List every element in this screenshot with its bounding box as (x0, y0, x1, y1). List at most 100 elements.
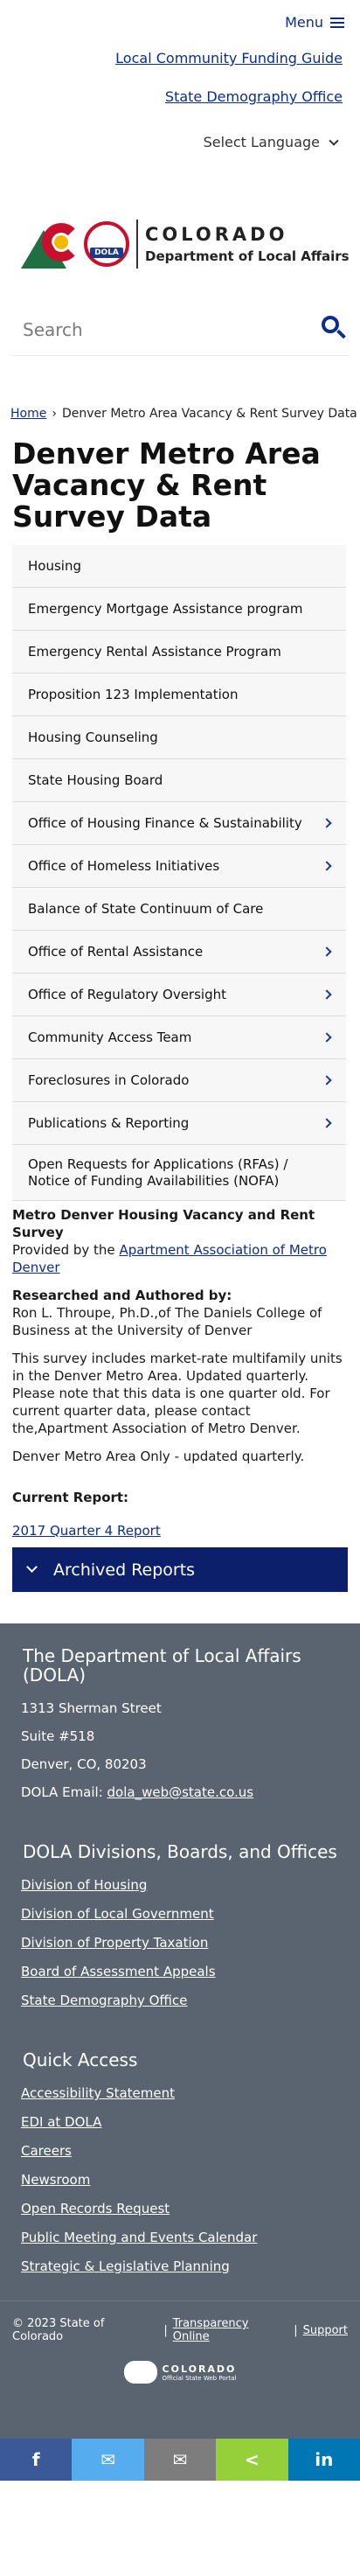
quick-access-link[interactable]: Accessibility Statement (21, 2085, 339, 2101)
sidenav-item-label: Proposition 123 Implementation (28, 687, 239, 702)
chevron-right-icon[interactable] (322, 1032, 332, 1043)
share-bar: f ✉ ✉ < in (0, 2439, 360, 2481)
division-link[interactable]: State Demography Office (21, 1993, 339, 2008)
archived-reports-accordion[interactable]: Archived Reports (12, 1547, 348, 1592)
site-footer: The Department of Local Affairs (DOLA) 1… (0, 1623, 360, 2300)
sidenav-item[interactable]: Open Requests for Applications (RFAs) / … (12, 1145, 346, 1201)
twitter-icon[interactable]: ✉ (72, 2439, 144, 2481)
copyright: © 2023 State of Colorado (12, 2317, 105, 2343)
chevron-right-icon[interactable] (322, 989, 332, 1000)
chevron-right-icon[interactable] (322, 1118, 332, 1128)
sidenav-item[interactable]: Emergency Rental Assistance Program (12, 631, 346, 674)
quick-access-link[interactable]: Strategic & Legislative Planning (21, 2258, 339, 2274)
division-link[interactable]: Division of Housing (21, 1877, 339, 1893)
provided-by: Provided by the Apartment Association of… (12, 1241, 348, 1276)
sidenav-item-label: Office of Housing Finance & Sustainabili… (28, 815, 302, 831)
chevron-right-icon[interactable] (322, 946, 332, 957)
footer-address: 1313 Sherman Street Suite #518 Denver, C… (21, 1700, 339, 1800)
sidenav-item[interactable]: Foreclosures in Colorado (12, 1059, 346, 1102)
division-link[interactable]: Board of Assessment Appeals (21, 1964, 339, 1979)
separator: | (294, 2323, 298, 2337)
breadcrumb: Home › Denver Metro Area Vacancy & Rent Su… (10, 407, 360, 421)
seal-text: DOLA (90, 248, 123, 258)
dola-logo[interactable]: DOLA COLORADO Department of Local Affair… (19, 200, 360, 288)
logo-line-2: Department of Local Affairs (145, 248, 350, 264)
facebook-icon[interactable]: f (0, 2439, 73, 2481)
quick-access-link[interactable]: EDI at DOLA (21, 2114, 339, 2130)
footer-quick-title: Quick Access (23, 2049, 138, 2070)
logo-text: COLORADO Department of Local Affairs (145, 224, 350, 264)
sidenav-item[interactable]: Office of Rental Assistance (12, 931, 346, 974)
archived-reports-label: Archived Reports (53, 1560, 196, 1580)
email-link[interactable]: dola_web@state.co.us (107, 1784, 254, 1800)
utility-header: Menu Local Community Funding Guide State… (0, 0, 360, 179)
quick-access-link[interactable]: Open Records Request (21, 2201, 339, 2216)
breadcrumb-home[interactable]: Home (10, 407, 46, 421)
logo-divider (136, 220, 138, 269)
sidenav-item[interactable]: Balance of State Continuum of Care (12, 888, 346, 931)
sidenav-item[interactable]: Emergency Mortgage Assistance program (12, 588, 346, 631)
transparency-link[interactable]: Transparency Online (173, 2317, 289, 2343)
sidenav-item[interactable]: State Housing Board (12, 759, 346, 802)
address-line: Denver, CO, 80203 (21, 1756, 147, 1772)
support-link[interactable]: Support (303, 2324, 348, 2337)
sidenav-item-label: Community Access Team (28, 1030, 192, 1045)
sidenav-item[interactable]: Office of Regulatory Oversight (12, 974, 346, 1016)
sidenav-item-label: Open Requests for Applications (RFAs) / … (28, 1155, 288, 1189)
language-select[interactable]: Select Language (203, 134, 339, 150)
authored-text: Ron L. Throupe, Ph.D.,of The Daniels Col… (12, 1305, 322, 1338)
state-portal-logo[interactable]: COLORADO Official State Web Portal (12, 2361, 348, 2384)
sidenav-item[interactable]: Community Access Team (12, 1016, 346, 1059)
sidenav-item-label: Office of Rental Assistance (28, 944, 204, 960)
survey-description: This survey includes market-rate multifa… (12, 1351, 343, 1436)
linkedin-icon[interactable]: in (287, 2439, 360, 2481)
chevron-right-icon[interactable] (322, 861, 332, 871)
email-icon[interactable]: ✉ (143, 2439, 217, 2481)
breadcrumb-separator-icon: › (52, 407, 57, 421)
current-report-heading: Current Report: (12, 1490, 129, 1505)
quick-access-link[interactable]: Public Meeting and Events Calendar (21, 2230, 339, 2245)
current-report-link[interactable]: 2017 Quarter 4 Report (12, 1523, 348, 1539)
util-link-demography[interactable]: State Demography Office (165, 88, 343, 105)
quick-access-link[interactable]: Careers (21, 2143, 339, 2159)
separator: | (163, 2323, 168, 2337)
sidenav-item[interactable]: Publications & Reporting (12, 1102, 346, 1145)
sharethis-icon[interactable]: < (216, 2439, 288, 2481)
language-label: Select Language (203, 134, 320, 150)
sidenav-item-label: Housing Counseling (28, 730, 158, 745)
sidenav-item-label: Housing (28, 558, 81, 574)
page-title: Denver Metro Area Vacancy & Rent Survey … (12, 436, 321, 534)
quick-access-link[interactable]: Newsroom (21, 2172, 339, 2188)
breadcrumb-current: Denver Metro Area Vacancy & Rent Survey … (61, 407, 357, 421)
division-link[interactable]: Division of Local Government (21, 1906, 339, 1922)
sidenav-item-label: Emergency Mortgage Assistance program (28, 601, 303, 617)
sidenav-item-label: Balance of State Continuum of Care (28, 901, 264, 917)
search-bar (10, 304, 350, 356)
address-line: 1313 Sherman Street (21, 1700, 162, 1716)
chevron-right-icon[interactable] (322, 818, 332, 828)
survey-scope: Denver Metro Area Only - updated quarter… (12, 1449, 305, 1464)
authored-heading: Researched and Authored by: (12, 1288, 232, 1303)
chevron-down-icon (329, 135, 339, 146)
search-input[interactable] (10, 318, 299, 340)
util-link-funding-guide[interactable]: Local Community Funding Guide (115, 50, 343, 66)
search-icon[interactable] (320, 314, 346, 344)
footer-email: DOLA Email: dola_web@state.co.us (21, 1784, 339, 1800)
menu-button[interactable]: Menu (285, 14, 344, 31)
sidenav-item[interactable]: Office of Housing Finance & Sustainabili… (12, 802, 346, 845)
sidenav-item-label: Emergency Rental Assistance Program (28, 644, 281, 660)
section-nav: Housing Emergency Mortgage Assistance pro… (12, 545, 346, 1201)
menu-label: Menu (285, 14, 323, 31)
division-link[interactable]: Division of Property Taxation (21, 1935, 339, 1951)
provided-by-text: Provided by the (12, 1242, 120, 1258)
sidenav-item[interactable]: Office of Homeless Initiatives (12, 845, 346, 888)
hamburger-icon (330, 17, 344, 28)
chevron-right-icon[interactable] (322, 1075, 332, 1086)
footer-bottom: © 2023 State of Colorado | Transparency … (0, 2300, 360, 2439)
sidenav-item[interactable]: Housing Counseling (12, 716, 346, 759)
divisions-links: Division of Housing Division of Local Gov… (21, 1877, 339, 2008)
sidenav-item-label: State Housing Board (28, 772, 163, 788)
sidenav-item[interactable]: Proposition 123 Implementation (12, 674, 346, 716)
dola-seal-icon: DOLA (84, 221, 129, 267)
sidenav-item[interactable]: Housing (12, 545, 346, 588)
